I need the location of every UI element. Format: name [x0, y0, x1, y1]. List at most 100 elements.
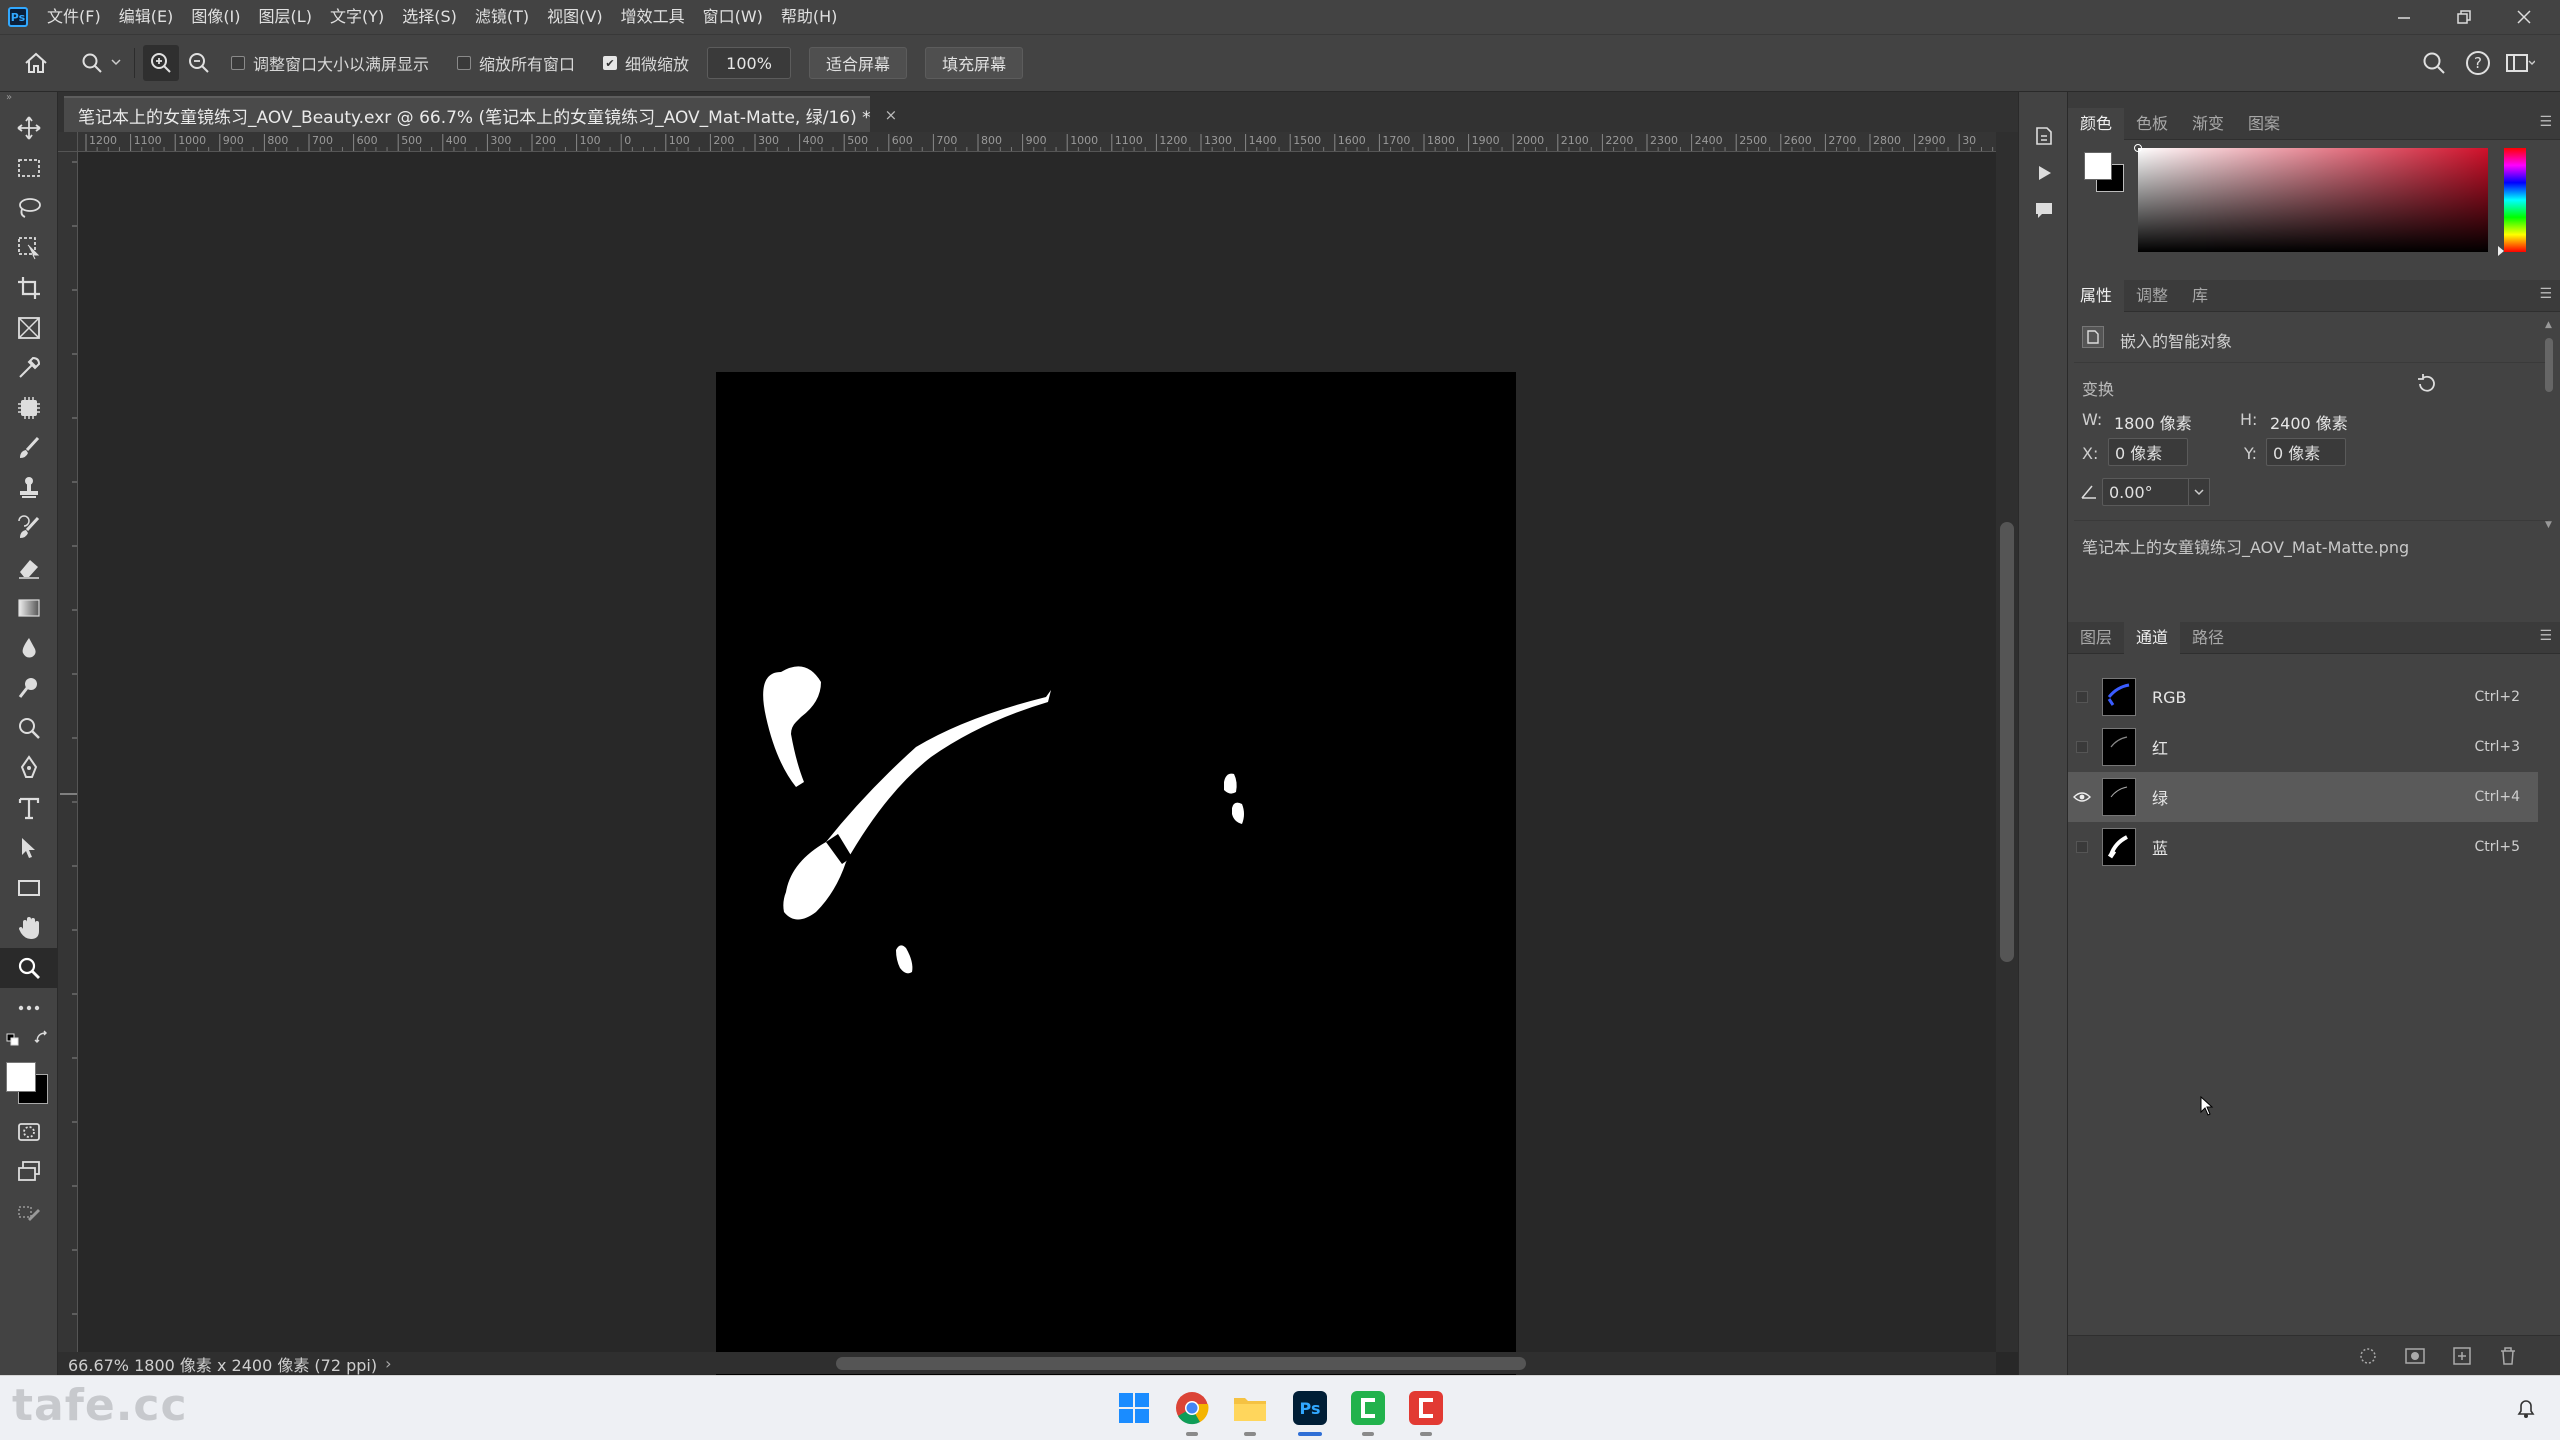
properties-scrollbar[interactable]: ▲ ▼	[2544, 320, 2554, 540]
menu-type[interactable]: 文字(Y)	[321, 0, 393, 34]
menu-edit[interactable]: 编辑(E)	[110, 0, 183, 34]
clone-stamp-tool-icon[interactable]	[0, 468, 58, 508]
red-app-icon[interactable]	[1406, 1388, 1446, 1428]
reset-transform-icon[interactable]	[2414, 372, 2438, 400]
crop-tool-icon[interactable]	[0, 268, 58, 308]
chevron-down-icon[interactable]	[110, 56, 124, 71]
panel-menu-icon[interactable]: ☰	[2539, 628, 2552, 644]
menu-layer[interactable]: 图层(L)	[250, 0, 321, 34]
spot-healing-tool-icon[interactable]	[0, 388, 58, 428]
vertical-ruler[interactable]	[58, 152, 78, 1352]
visibility-off-icon[interactable]	[2068, 722, 2096, 772]
gradient-tool-icon[interactable]	[0, 588, 58, 628]
eraser-tool-icon[interactable]	[0, 548, 58, 588]
marquee-tool-icon[interactable]	[0, 148, 58, 188]
tab-adjustments[interactable]: 调整	[2124, 280, 2180, 312]
chrome-icon[interactable]	[1172, 1388, 1212, 1428]
history-brush-tool-icon[interactable]	[0, 508, 58, 548]
x-position-field[interactable]: 0 像素	[2108, 438, 2188, 466]
load-selection-icon[interactable]	[2358, 1346, 2378, 1370]
foreground-color-swatch[interactable]	[6, 1062, 36, 1092]
y-position-field[interactable]: 0 像素	[2266, 438, 2346, 466]
type-tool-icon[interactable]	[0, 788, 58, 828]
dodge-tool-icon[interactable]	[0, 668, 58, 708]
default-colors-icon[interactable]	[6, 1032, 20, 1051]
zoom-out-icon[interactable]	[181, 45, 217, 81]
panel-menu-icon[interactable]: ☰	[2539, 114, 2552, 130]
visibility-off-icon[interactable]	[2068, 672, 2096, 722]
menu-help[interactable]: 帮助(H)	[772, 0, 847, 34]
channel-row-rgb[interactable]: RGB Ctrl+2	[2068, 672, 2538, 722]
magnify-quick-icon[interactable]	[0, 708, 58, 748]
vertical-scrollbar[interactable]	[1996, 132, 2018, 1352]
menu-view[interactable]: 视图(V)	[538, 0, 611, 34]
photoshop-taskbar-icon[interactable]: Ps	[1290, 1388, 1330, 1428]
photoshop-logo-icon[interactable]: Ps	[8, 7, 28, 27]
hue-slider[interactable]	[2498, 148, 2526, 256]
move-tool-icon[interactable]	[0, 108, 58, 148]
color-field[interactable]	[2134, 144, 2488, 252]
close-window-icon[interactable]	[2496, 0, 2552, 34]
tab-paths[interactable]: 路径	[2180, 622, 2236, 654]
object-selection-tool-icon[interactable]	[0, 228, 58, 268]
channel-row-red[interactable]: 红 Ctrl+3	[2068, 722, 2538, 772]
resize-windows-checkbox[interactable]: 调整窗口大小以满屏显示	[231, 51, 429, 75]
comments-icon[interactable]	[2019, 192, 2069, 230]
fill-screen-button[interactable]: 填充屏幕	[925, 47, 1024, 79]
save-selection-icon[interactable]	[2404, 1346, 2426, 1370]
fit-screen-button[interactable]: 适合屏幕	[809, 47, 908, 79]
ruler-origin[interactable]	[58, 132, 78, 152]
zoom-in-icon[interactable]	[143, 45, 179, 81]
horizontal-scrollbar[interactable]	[380, 1352, 1996, 1374]
document-tab[interactable]: 笔记本上的女童镜练习_AOV_Beauty.exr @ 66.7% (笔记本上的…	[64, 96, 897, 132]
quick-mask-icon[interactable]	[0, 1112, 58, 1152]
tab-channels[interactable]: 通道	[2124, 621, 2181, 654]
channel-row-blue[interactable]: 蓝 Ctrl+5	[2068, 822, 2538, 872]
pen-tool-icon[interactable]	[0, 748, 58, 788]
path-selection-tool-icon[interactable]	[0, 828, 58, 868]
menu-select[interactable]: 选择(S)	[393, 0, 466, 34]
close-document-icon[interactable]: ×	[885, 106, 898, 124]
zoom-tool-preset-icon[interactable]	[74, 45, 110, 81]
minimize-icon[interactable]	[2376, 0, 2432, 34]
help-icon[interactable]: ?	[2460, 45, 2496, 81]
edit-toolbar-icon[interactable]	[0, 1192, 58, 1232]
actions-play-icon[interactable]	[2019, 154, 2069, 192]
scrubby-zoom-checkbox[interactable]: ✔ 细微缩放	[603, 51, 689, 75]
zoom-all-windows-checkbox[interactable]: 缩放所有窗口	[457, 51, 575, 75]
more-tools-icon[interactable]	[0, 988, 58, 1028]
tab-gradients[interactable]: 渐变	[2180, 108, 2236, 140]
history-panel-icon[interactable]	[2019, 116, 2069, 154]
brush-tool-icon[interactable]	[0, 428, 58, 468]
notification-icon[interactable]	[2506, 1388, 2546, 1428]
delete-channel-icon[interactable]	[2498, 1346, 2518, 1370]
checkbox-checked-icon[interactable]: ✔	[603, 56, 618, 70]
swap-colors-icon[interactable]	[34, 1030, 50, 1050]
tab-libraries[interactable]: 库	[2180, 280, 2220, 312]
new-channel-icon[interactable]	[2452, 1346, 2472, 1370]
menu-filter[interactable]: 滤镜(T)	[466, 0, 538, 34]
visibility-off-icon[interactable]	[2068, 822, 2096, 872]
hand-tool-icon[interactable]	[0, 908, 58, 948]
eye-icon[interactable]	[2068, 772, 2096, 822]
panel-foreground-swatch[interactable]	[2084, 152, 2112, 180]
file-explorer-icon[interactable]	[1230, 1388, 1270, 1428]
tab-color[interactable]: 颜色	[2068, 107, 2125, 140]
height-value[interactable]: 2400 像素	[2270, 410, 2348, 434]
eyedropper-tool-icon[interactable]	[0, 348, 58, 388]
rectangle-tool-icon[interactable]	[0, 868, 58, 908]
tab-swatches[interactable]: 色板	[2124, 108, 2180, 140]
restore-icon[interactable]	[2436, 0, 2492, 34]
panel-menu-icon[interactable]: ☰	[2539, 286, 2552, 302]
angle-field[interactable]: 0.00°	[2102, 478, 2190, 506]
collapse-toolbar-icon[interactable]: »	[0, 92, 57, 104]
windows-start-icon[interactable]	[1114, 1388, 1154, 1428]
vertical-scrollbar-thumb[interactable]	[2000, 522, 2014, 962]
zoom-tool-icon[interactable]	[0, 948, 58, 988]
tab-patterns[interactable]: 图案	[2236, 108, 2292, 140]
horizontal-scrollbar-thumb[interactable]	[836, 1357, 1526, 1370]
checkbox-unchecked-icon[interactable]	[457, 56, 472, 70]
checkbox-unchecked-icon[interactable]	[231, 56, 245, 70]
home-icon[interactable]	[18, 45, 54, 81]
workspace-icon[interactable]	[2502, 45, 2538, 81]
